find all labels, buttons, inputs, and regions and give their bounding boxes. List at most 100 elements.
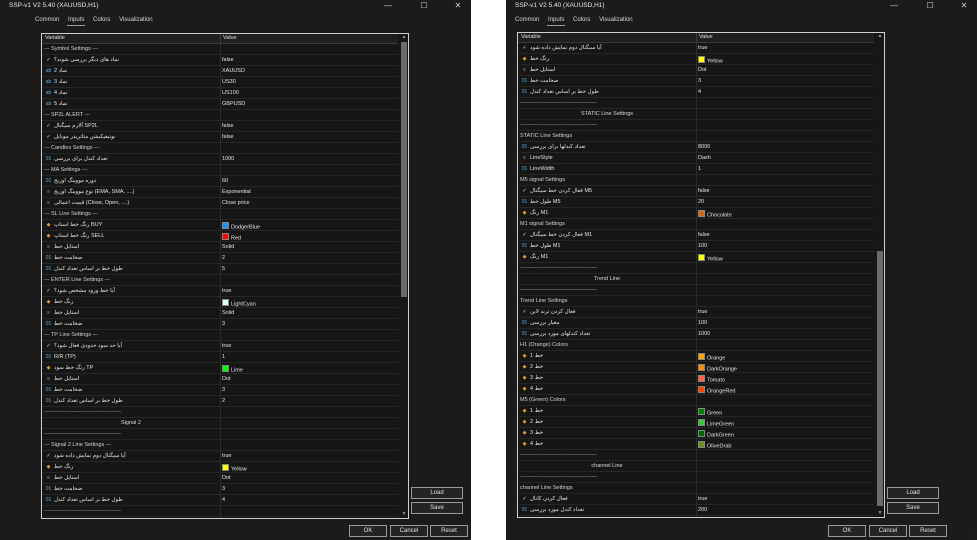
value-cell[interactable]: Chocolate xyxy=(698,209,732,218)
value-cell[interactable]: 200 xyxy=(698,507,707,513)
value-cell[interactable]: 20 xyxy=(698,199,704,205)
input-row[interactable]: ✓ نماد های دیگر بررسی شوند؟ false xyxy=(42,55,398,66)
input-row[interactable]: ◆ خط 1 Green xyxy=(518,406,874,417)
input-row[interactable]: ✓ آیا سیگنال دوم نمایش داده شود true xyxy=(42,451,398,462)
input-row[interactable]: ✓ آیا سیگنال دوم نمایش داده شود true xyxy=(518,43,874,54)
value-cell[interactable]: false xyxy=(222,134,234,140)
tab-colors[interactable]: Colors xyxy=(572,16,591,25)
cancel-button[interactable]: Cancel xyxy=(390,525,428,537)
value-cell[interactable]: true xyxy=(698,496,707,502)
input-row[interactable]: 01 معیار بررسی 100 xyxy=(518,318,874,329)
value-cell[interactable]: true xyxy=(698,309,707,315)
minimize-icon[interactable]: — xyxy=(375,0,401,13)
input-row[interactable]: ≡ استایل خط Solid xyxy=(42,308,398,319)
value-cell[interactable]: DarkGreen xyxy=(698,429,734,438)
input-row[interactable]: ◆ خط 1 Orange xyxy=(518,351,874,362)
vertical-scrollbar[interactable]: ▲ ▼ xyxy=(876,33,884,517)
input-row[interactable]: 01 طول خط بر اساس تعداد کندل 4 xyxy=(518,87,874,98)
load-button[interactable]: Load xyxy=(887,487,939,499)
scroll-up-icon[interactable]: ▲ xyxy=(400,34,408,41)
value-cell[interactable]: false xyxy=(698,232,710,238)
minimize-icon[interactable]: — xyxy=(881,0,907,13)
value-cell[interactable]: 4 xyxy=(222,497,225,503)
value-cell[interactable]: true xyxy=(222,288,231,294)
input-row[interactable]: 01 طول خط M1 100 xyxy=(518,241,874,252)
value-cell[interactable]: Dot xyxy=(222,475,231,481)
value-cell[interactable]: false xyxy=(222,57,234,63)
input-row[interactable]: ◆ رنگ خط استاپ BUY DodgerBlue xyxy=(42,220,398,231)
input-row[interactable]: ≡ استایل خط Dot xyxy=(42,473,398,484)
input-row[interactable]: 01 ضخامت خط 3 xyxy=(42,484,398,495)
scroll-down-icon[interactable]: ▼ xyxy=(876,510,884,517)
maximize-icon[interactable]: ☐ xyxy=(411,0,437,13)
value-cell[interactable]: Green xyxy=(698,407,722,416)
reset-button[interactable]: Reset xyxy=(909,525,947,537)
input-row[interactable]: ab نماد 4 US100 xyxy=(42,88,398,99)
tab-inputs[interactable]: Inputs xyxy=(67,16,86,26)
tab-colors[interactable]: Colors xyxy=(92,16,111,25)
value-cell[interactable]: 1 xyxy=(222,354,225,360)
input-row[interactable]: ab نماد 3 US30 xyxy=(42,77,398,88)
value-cell[interactable]: 1000 xyxy=(698,331,710,337)
input-row[interactable]: 01 R/R (TP) 1 xyxy=(42,352,398,363)
input-row[interactable]: 01 طول خط بر اساس تعداد کندل 5 xyxy=(42,264,398,275)
value-cell[interactable]: 3 xyxy=(222,321,225,327)
value-cell[interactable]: 60 xyxy=(222,178,228,184)
input-row[interactable]: ≡ نوع مووینگ اوریج (EMA, SMA, ....) Expone… xyxy=(42,187,398,198)
value-cell[interactable]: 2 xyxy=(222,398,225,404)
input-row[interactable]: ◆ رنگ خط سود TP Lime xyxy=(42,363,398,374)
resize-grip-icon[interactable]: ⋰ xyxy=(463,532,469,538)
input-row[interactable]: ½انحراف 2.0 xyxy=(518,516,874,517)
save-button[interactable]: Save xyxy=(887,502,939,514)
resize-grip-icon[interactable]: ⋰ xyxy=(969,532,975,538)
input-row[interactable]: 01 طول خط M5 20 xyxy=(518,197,874,208)
value-cell[interactable]: false xyxy=(222,123,234,129)
value-cell[interactable]: Yellow xyxy=(698,253,723,262)
input-row[interactable]: ◆ خط 3 DarkGreen xyxy=(518,428,874,439)
input-row[interactable]: ◆ رنگ خط Yellow xyxy=(42,462,398,473)
value-cell[interactable]: OliveDrab xyxy=(698,440,731,449)
load-button[interactable]: Load xyxy=(411,487,463,499)
value-cell[interactable]: Lime xyxy=(222,364,243,373)
close-icon[interactable]: ✕ xyxy=(445,0,471,13)
ok-button[interactable]: OK xyxy=(349,525,387,537)
value-cell[interactable]: Solid xyxy=(222,244,234,250)
value-cell[interactable]: 4 xyxy=(698,89,701,95)
input-row[interactable]: 01 طول خط بر اساس تعداد کندل 2 xyxy=(42,396,398,407)
tab-common[interactable]: Common xyxy=(514,16,540,25)
input-row[interactable]: 01 طول خط بر اساس تعداد کندل 4 xyxy=(42,495,398,506)
column-header-value[interactable]: Value xyxy=(699,34,713,40)
input-row[interactable]: ◆ رنگ خط Yellow xyxy=(518,54,874,65)
value-cell[interactable]: 5 xyxy=(222,266,225,272)
input-row[interactable]: ab نماد 5 GBPUSD xyxy=(42,99,398,110)
tab-common[interactable]: Common xyxy=(34,16,60,25)
input-row[interactable]: ≡ LineStyle Dash xyxy=(518,153,874,164)
input-row[interactable]: ◆ رنگ M1 Chocolate xyxy=(518,208,874,219)
input-row[interactable]: ✓ نوتیفیکیشن متاتریدر موبایل false xyxy=(42,132,398,143)
input-row[interactable]: 01 ضخامت خط 2 xyxy=(42,253,398,264)
value-cell[interactable]: false xyxy=(698,188,710,194)
value-cell[interactable]: GBPUSD xyxy=(222,101,245,107)
value-cell[interactable]: Red xyxy=(222,232,241,241)
value-cell[interactable]: DarkOrange xyxy=(698,363,737,372)
scroll-up-icon[interactable]: ▲ xyxy=(876,33,884,40)
vertical-scrollbar[interactable]: ▲ ▼ xyxy=(400,34,408,518)
value-cell[interactable]: Dash xyxy=(698,155,711,161)
input-row[interactable]: ◆ رنگ M1 Yellow xyxy=(518,252,874,263)
input-row[interactable]: ◆ خط 3 Tomato xyxy=(518,373,874,384)
value-cell[interactable]: Yellow xyxy=(698,55,723,64)
input-row[interactable]: 01 تعداد کندل مورد بررسی 200 xyxy=(518,505,874,516)
value-cell[interactable]: 1000 xyxy=(222,156,234,162)
tab-visualization[interactable]: Visualization xyxy=(118,16,154,25)
input-row[interactable]: ✓ فعال کردن ترند لاین true xyxy=(518,307,874,318)
input-row[interactable]: ✓ فعال کردن خط سیگنال M1 false xyxy=(518,230,874,241)
scroll-down-icon[interactable]: ▼ xyxy=(400,511,408,518)
column-header-value[interactable]: Value xyxy=(223,35,237,41)
value-cell[interactable]: Yellow xyxy=(222,463,247,472)
save-button[interactable]: Save xyxy=(411,502,463,514)
input-row[interactable]: ≡ استایل خط Dot xyxy=(42,374,398,385)
input-row[interactable]: 01 ضخامت خط 3 xyxy=(518,76,874,87)
value-cell[interactable]: 2 xyxy=(222,255,225,261)
value-cell[interactable]: 100 xyxy=(698,243,707,249)
input-row[interactable]: ✓ فعال کردن خط سیگنال M5 false xyxy=(518,186,874,197)
